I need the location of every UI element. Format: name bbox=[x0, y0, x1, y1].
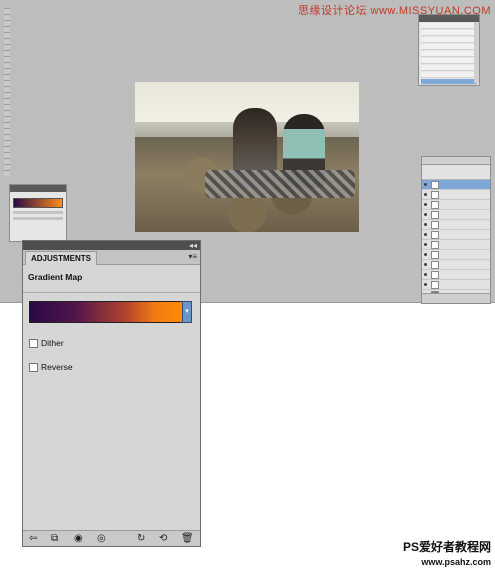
adjustments-panel: ◂◂ ADJUSTMENTS ▾≡ Gradient Map ▾ Dither … bbox=[22, 240, 201, 547]
dither-option[interactable]: Dither bbox=[29, 338, 64, 348]
layer-row[interactable] bbox=[422, 220, 490, 230]
history-row[interactable] bbox=[421, 30, 477, 36]
visibility-eye-icon[interactable]: ◎ bbox=[97, 533, 106, 544]
history-row[interactable] bbox=[421, 44, 477, 50]
history-row[interactable] bbox=[421, 37, 477, 43]
adjustments-tabbar: ADJUSTMENTS ▾≡ bbox=[23, 250, 200, 265]
trash-icon[interactable]: 🗑 bbox=[181, 533, 194, 544]
layer-row[interactable] bbox=[422, 270, 490, 280]
dither-label: Dither bbox=[41, 338, 64, 348]
layer-row[interactable] bbox=[422, 230, 490, 240]
history-row[interactable] bbox=[421, 65, 477, 71]
mini-adjustments-header bbox=[10, 185, 66, 192]
reverse-option[interactable]: Reverse bbox=[29, 362, 73, 372]
layer-row[interactable] bbox=[422, 190, 490, 200]
tab-adjustments[interactable]: ADJUSTMENTS bbox=[25, 251, 98, 265]
gradient-preview[interactable] bbox=[29, 301, 183, 323]
expand-view-icon[interactable]: ⧉ bbox=[51, 533, 58, 544]
history-row[interactable] bbox=[421, 58, 477, 64]
layers-panel-footer[interactable] bbox=[422, 293, 490, 303]
layer-row[interactable] bbox=[422, 280, 490, 290]
reverse-label: Reverse bbox=[41, 362, 73, 372]
layers-panel-tabs[interactable] bbox=[422, 157, 490, 165]
collapse-panel-icon[interactable]: ◂◂ bbox=[189, 241, 197, 250]
layer-row[interactable] bbox=[422, 250, 490, 260]
layer-row[interactable] bbox=[422, 240, 490, 250]
reset-icon[interactable]: ⟲ bbox=[159, 533, 167, 544]
adjustments-titlebar: ◂◂ bbox=[23, 241, 200, 250]
history-row[interactable] bbox=[421, 51, 477, 57]
watermark-bottom-line2: www.psahz.com bbox=[421, 557, 491, 567]
panel-menu-icon[interactable]: ▾≡ bbox=[188, 252, 197, 262]
mini-adjustments-row bbox=[13, 211, 63, 214]
mini-adjustments-row bbox=[13, 217, 63, 220]
history-row-selected[interactable] bbox=[421, 79, 477, 85]
adjustment-title: Gradient Map bbox=[28, 272, 83, 282]
mini-gradient-preview bbox=[13, 198, 63, 208]
layer-row[interactable] bbox=[422, 210, 490, 220]
return-arrow-icon[interactable]: ⇦ bbox=[29, 533, 37, 544]
gradient-dropdown-button[interactable]: ▾ bbox=[182, 301, 192, 323]
divider bbox=[23, 292, 200, 293]
layer-row[interactable] bbox=[422, 200, 490, 210]
history-row[interactable] bbox=[421, 72, 477, 78]
layers-panel[interactable] bbox=[421, 156, 491, 304]
photo-blanket bbox=[205, 170, 355, 198]
watermark-bottom: PS爱好者教程网 www.psahz.com bbox=[403, 538, 491, 567]
layers-panel-controls[interactable] bbox=[422, 165, 490, 180]
layer-row-selected[interactable] bbox=[422, 180, 490, 190]
reverse-checkbox[interactable] bbox=[29, 362, 38, 372]
history-scrollbar[interactable] bbox=[474, 22, 479, 83]
mini-adjustments-panel[interactable] bbox=[9, 184, 67, 242]
history-row[interactable] bbox=[421, 23, 477, 29]
watermark-bottom-line1: PS爱好者教程网 bbox=[402, 540, 491, 554]
history-panel[interactable] bbox=[418, 14, 480, 86]
view-previous-icon[interactable]: ↻ bbox=[137, 533, 145, 544]
dither-checkbox[interactable] bbox=[29, 338, 38, 348]
history-panel-header bbox=[419, 15, 479, 22]
layer-row[interactable] bbox=[422, 260, 490, 270]
tool-strip bbox=[4, 8, 10, 176]
canvas-photo[interactable] bbox=[135, 82, 359, 232]
clip-to-layer-icon[interactable]: ◉ bbox=[74, 533, 83, 544]
adjustments-footer: ⇦ ⧉ ◉ ◎ ↻ ⟲ 🗑 bbox=[23, 530, 200, 546]
